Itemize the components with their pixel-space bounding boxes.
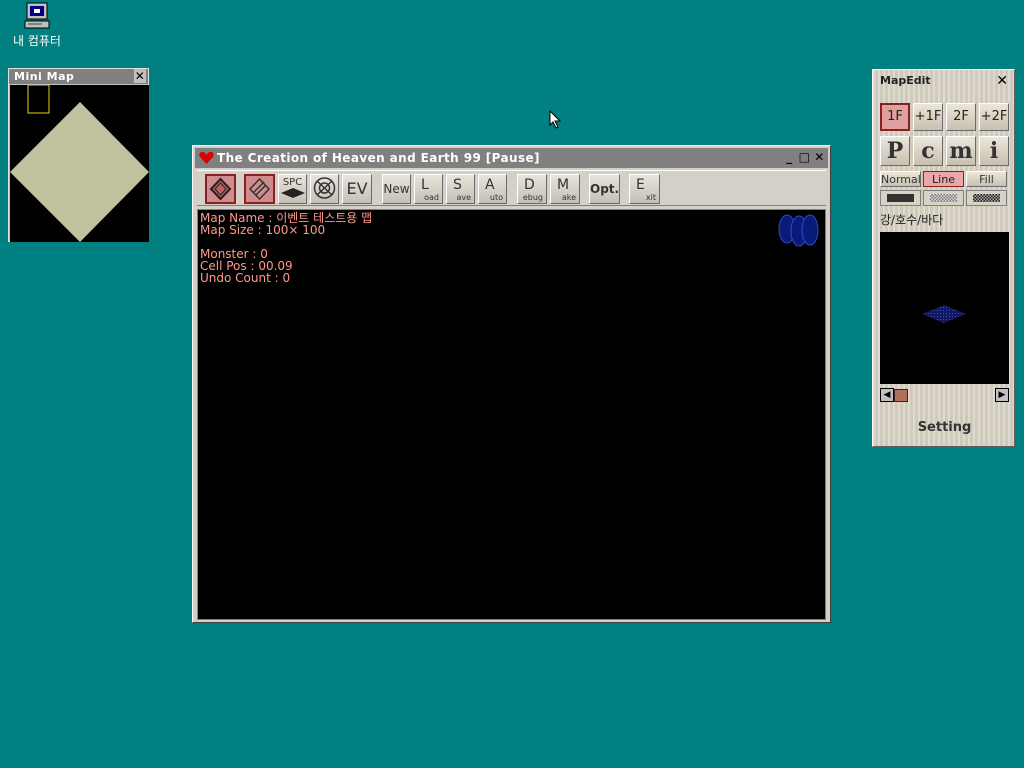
- ev-button[interactable]: EV: [342, 174, 372, 204]
- close-button[interactable]: ✕: [813, 151, 826, 164]
- heart-icon: [199, 151, 214, 164]
- ev-label: EV: [346, 179, 368, 198]
- type-i-button[interactable]: i: [979, 136, 1009, 166]
- save-button[interactable]: S ave: [446, 174, 475, 204]
- floor-plus1f-button[interactable]: +1F: [913, 103, 943, 131]
- mini-map-title: Mini Map: [14, 70, 75, 83]
- mouse-cursor-icon: [549, 110, 561, 129]
- object-tool-button[interactable]: [244, 174, 275, 204]
- mini-map-diamond: [10, 84, 149, 242]
- tile-scrollbar[interactable]: ◀ ▶: [880, 388, 1009, 404]
- spc-diamond-icon: [280, 188, 305, 198]
- scroll-left-arrow[interactable]: ◀: [880, 388, 894, 402]
- my-computer-label: 내 컴퓨터: [13, 34, 61, 48]
- toolbar: SPC EV New L oad S ave A uto D ebug M ak…: [197, 170, 826, 206]
- options-button[interactable]: Opt.: [589, 174, 620, 204]
- type-p-button[interactable]: P: [880, 136, 910, 166]
- debug-big: D: [524, 177, 535, 193]
- mode-line-button[interactable]: Line: [923, 171, 964, 187]
- water-tile-preview-icon: [778, 214, 819, 247]
- mini-map-close-button[interactable]: ✕: [134, 69, 146, 83]
- water-tile-icon: [922, 305, 966, 323]
- exit-big: E: [636, 177, 645, 193]
- debug-button[interactable]: D ebug: [517, 174, 547, 204]
- computer-icon: [24, 2, 50, 29]
- tile-diamond-icon: [209, 177, 232, 201]
- make-small: ake: [561, 193, 576, 202]
- new-button[interactable]: New: [382, 174, 411, 204]
- exit-button[interactable]: E xit: [629, 174, 660, 204]
- undo-count-text: Undo Count : 0: [200, 271, 291, 285]
- mapedit-panel: MapEdit ✕ 1F +1F 2F +2F P c m i Normal L…: [872, 69, 1015, 447]
- map-size-text: Map Size : 100× 100: [200, 223, 326, 237]
- spc-label: SPC: [282, 177, 303, 188]
- auto-small: uto: [489, 193, 503, 202]
- load-button[interactable]: L oad: [414, 174, 443, 204]
- load-big: L: [421, 177, 429, 193]
- mini-map-titlebar[interactable]: Mini Map ✕: [9, 69, 148, 84]
- object-icon: [248, 177, 271, 201]
- mini-map-window: Mini Map ✕: [8, 68, 149, 242]
- mapedit-title: MapEdit: [880, 74, 931, 87]
- new-label: New: [383, 182, 410, 196]
- type-m-button[interactable]: m: [946, 136, 976, 166]
- opt-label: Opt.: [590, 182, 620, 196]
- setting-button[interactable]: Setting: [880, 416, 1009, 440]
- map-info-overlay: Map Name : 이벤트 테스트용 맵 Map Size : 100× 10…: [200, 212, 372, 284]
- save-small: ave: [456, 193, 471, 202]
- target-icon: [313, 177, 336, 199]
- floor-plus2f-button[interactable]: +2F: [979, 103, 1009, 131]
- load-small: oad: [424, 193, 439, 202]
- main-editor-window: The Creation of Heaven and Earth 99 [Pau…: [192, 145, 831, 623]
- debug-small: ebug: [522, 193, 543, 202]
- floor-2f-button[interactable]: 2F: [946, 103, 976, 131]
- scroll-right-arrow[interactable]: ▶: [995, 388, 1009, 402]
- exit-small: xit: [645, 193, 656, 202]
- my-computer-desktop-icon[interactable]: 내 컴퓨터: [6, 2, 68, 54]
- brush-light-pattern-swatch[interactable]: [923, 190, 964, 206]
- mapedit-titlebar[interactable]: MapEdit ✕: [873, 70, 1014, 92]
- brush-solid-swatch[interactable]: [880, 190, 921, 206]
- tile-preview[interactable]: [880, 232, 1009, 384]
- minimize-button[interactable]: _: [783, 151, 796, 164]
- monster-tool-button[interactable]: [310, 174, 339, 204]
- tile-tool-button[interactable]: [205, 174, 236, 204]
- auto-button[interactable]: A uto: [478, 174, 507, 204]
- make-big: M: [557, 177, 570, 193]
- mini-map-view[interactable]: [10, 84, 149, 242]
- mode-normal-button[interactable]: Normal: [880, 171, 921, 187]
- map-canvas[interactable]: Map Name : 이벤트 테스트용 맵 Map Size : 100× 10…: [197, 209, 826, 620]
- mode-fill-button[interactable]: Fill: [966, 171, 1007, 187]
- floor-1f-button[interactable]: 1F: [880, 103, 910, 131]
- auto-big: A: [485, 177, 495, 193]
- brush-dense-pattern-swatch[interactable]: [966, 190, 1007, 206]
- mapedit-close-button[interactable]: ✕: [996, 70, 1008, 92]
- save-big: S: [453, 177, 462, 193]
- window-title: The Creation of Heaven and Earth 99 [Pau…: [217, 151, 540, 165]
- maximize-button[interactable]: □: [798, 151, 811, 164]
- make-button[interactable]: M ake: [550, 174, 580, 204]
- main-titlebar[interactable]: The Creation of Heaven and Earth 99 [Pau…: [195, 148, 828, 168]
- layer-label: 강/호수/바다: [880, 213, 944, 227]
- type-c-button[interactable]: c: [913, 136, 943, 166]
- scroll-thumb[interactable]: [894, 389, 908, 402]
- spc-button[interactable]: SPC: [278, 174, 307, 204]
